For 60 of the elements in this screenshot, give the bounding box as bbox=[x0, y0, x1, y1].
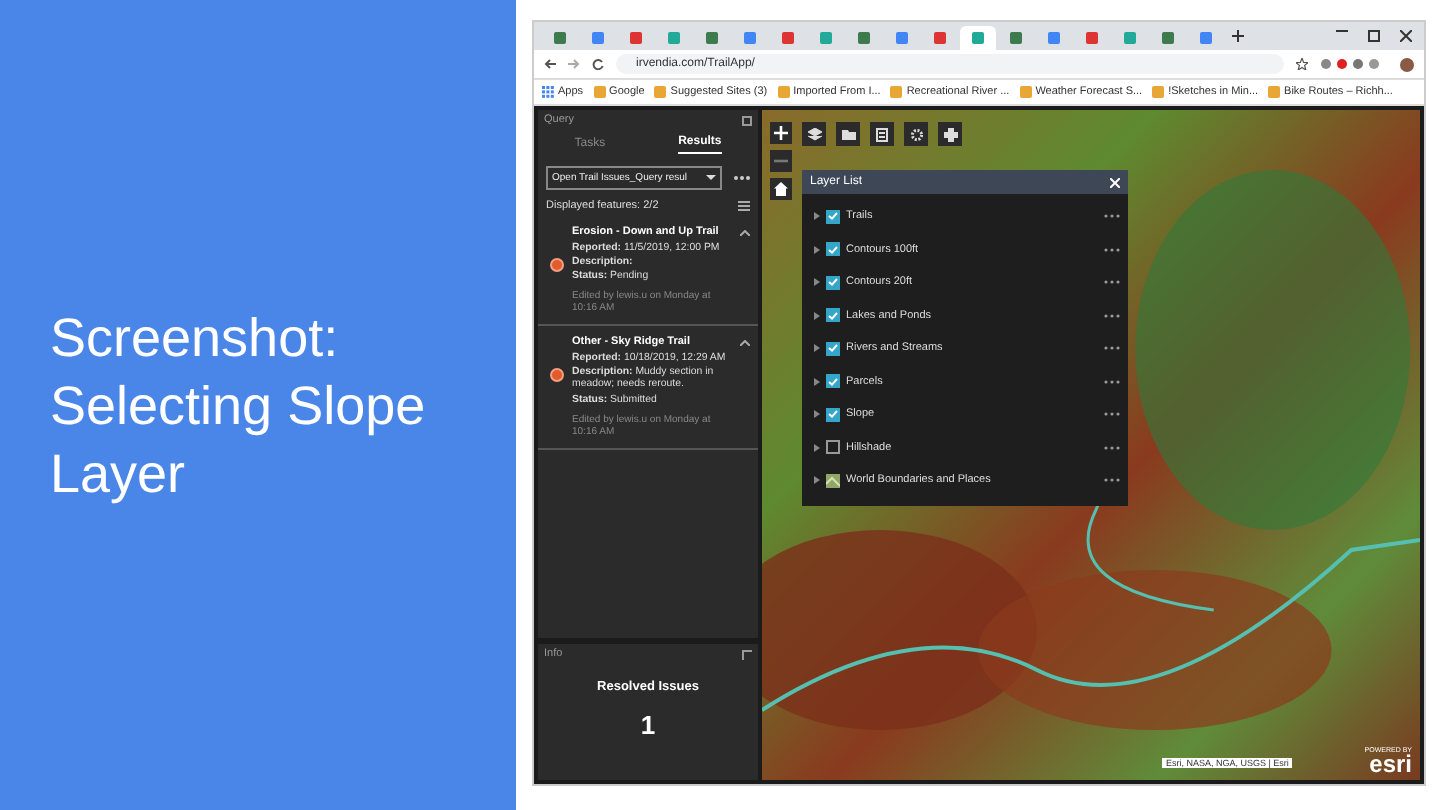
bookmark-icon bbox=[1019, 86, 1032, 98]
reload-icon[interactable] bbox=[592, 58, 604, 70]
basemap-icon bbox=[826, 473, 840, 488]
more-icon[interactable] bbox=[1104, 478, 1120, 483]
collapse-icon[interactable] bbox=[742, 115, 752, 125]
more-icon[interactable] bbox=[1104, 346, 1120, 351]
maximize-icon[interactable] bbox=[1368, 30, 1380, 42]
more-icon[interactable] bbox=[1104, 313, 1120, 318]
star-icon[interactable] bbox=[1296, 58, 1308, 70]
more-icon[interactable] bbox=[1104, 247, 1120, 252]
layer-checkbox[interactable] bbox=[826, 407, 840, 422]
gear-icon[interactable] bbox=[904, 122, 928, 146]
expand-caret-icon bbox=[814, 245, 820, 254]
more-icon[interactable] bbox=[1104, 379, 1120, 384]
apps-grid-icon bbox=[542, 86, 554, 98]
resolved-count: 1 bbox=[640, 710, 656, 740]
bookmark-icon bbox=[777, 86, 790, 98]
esri-logo: esri bbox=[1369, 754, 1412, 774]
bookmark-icon bbox=[890, 86, 903, 98]
layer-checkbox[interactable] bbox=[826, 440, 840, 455]
expand-caret-icon bbox=[814, 443, 820, 452]
legend-icon[interactable] bbox=[870, 122, 894, 146]
back-arrow-icon[interactable] bbox=[544, 58, 556, 70]
collapse-caret-icon[interactable] bbox=[740, 340, 750, 347]
more-icon[interactable] bbox=[1104, 280, 1120, 285]
layer-checkbox[interactable] bbox=[826, 308, 840, 323]
bookmark-icon bbox=[593, 86, 606, 98]
layer-checkbox[interactable] bbox=[826, 242, 840, 257]
status-marker-icon bbox=[550, 258, 564, 272]
layer-checkbox[interactable] bbox=[826, 209, 840, 224]
status-marker-icon bbox=[550, 368, 564, 383]
bookmark-icon bbox=[654, 86, 667, 98]
close-icon[interactable] bbox=[1400, 30, 1412, 42]
browser-tab[interactable] bbox=[960, 26, 996, 50]
layer-checkbox[interactable] bbox=[826, 374, 840, 389]
more-icon[interactable] bbox=[1104, 412, 1120, 417]
expand-caret-icon bbox=[814, 278, 820, 287]
more-icon[interactable] bbox=[1104, 214, 1120, 219]
caret-icon bbox=[706, 172, 716, 182]
list-options-icon[interactable] bbox=[738, 200, 750, 212]
new-tab-icon[interactable] bbox=[1232, 30, 1244, 42]
expand-caret-icon bbox=[814, 410, 820, 419]
home-icon[interactable] bbox=[770, 178, 792, 200]
expand-caret-icon bbox=[814, 377, 820, 386]
layer-checkbox[interactable] bbox=[826, 275, 840, 290]
folder-icon[interactable] bbox=[836, 122, 860, 146]
more-icon[interactable] bbox=[1104, 445, 1120, 450]
expand-caret-icon bbox=[814, 212, 820, 221]
layers-icon[interactable] bbox=[802, 122, 826, 146]
avatar-icon[interactable] bbox=[1400, 57, 1414, 71]
slide-title: Screenshot: Selecting Slope Layer bbox=[50, 305, 428, 507]
bookmark-icon bbox=[1268, 86, 1281, 98]
expand-icon[interactable] bbox=[742, 649, 752, 659]
collapse-caret-icon[interactable] bbox=[740, 230, 750, 236]
layer-checkbox[interactable] bbox=[826, 341, 840, 356]
expand-caret-icon bbox=[814, 344, 820, 353]
zoom-in-icon[interactable] bbox=[770, 122, 792, 144]
expand-caret-icon bbox=[814, 311, 820, 320]
bookmark-icon bbox=[1152, 86, 1165, 98]
expand-caret-icon bbox=[814, 476, 820, 485]
